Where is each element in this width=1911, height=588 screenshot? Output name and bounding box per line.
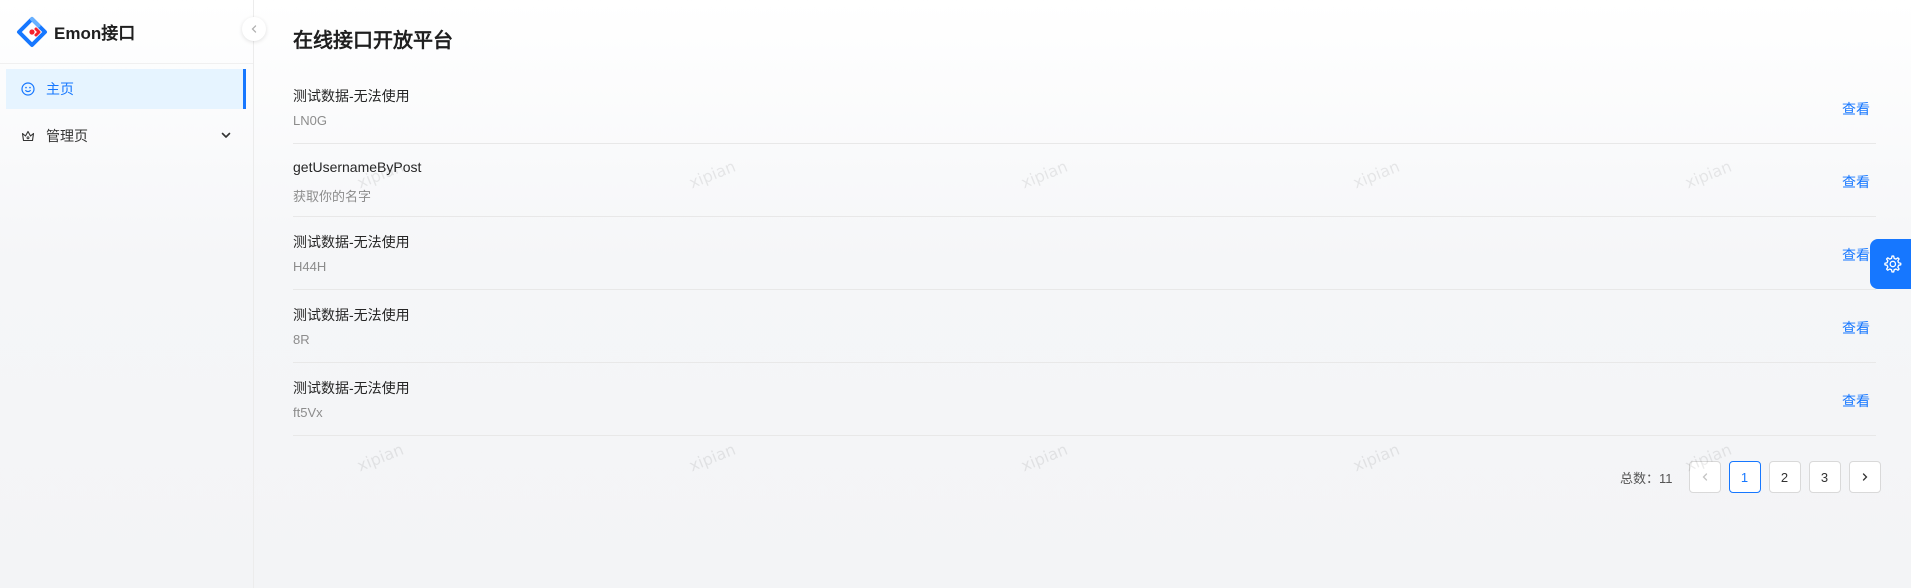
sidebar-item-admin[interactable]: 管理页 xyxy=(6,116,246,156)
next-page-button[interactable] xyxy=(1848,461,1881,493)
list-item: 测试数据-无法使用 8R 查看 xyxy=(293,290,1876,363)
prev-page-button[interactable] xyxy=(1688,461,1721,493)
list-item-description: ft5Vx xyxy=(293,405,323,420)
list-item-title: 测试数据-无法使用 xyxy=(293,234,410,250)
page-button-2[interactable]: 2 xyxy=(1768,461,1801,493)
list-item-title: 测试数据-无法使用 xyxy=(293,88,410,104)
list-item: 测试数据-无法使用 H44H 查看 xyxy=(293,217,1876,290)
chevron-left-icon xyxy=(1702,473,1707,481)
view-link[interactable]: 查看 xyxy=(1842,391,1870,411)
list-item-description: 获取你的名字 xyxy=(293,189,372,204)
app-title: Emon接口 xyxy=(54,24,136,43)
settings-button[interactable] xyxy=(1870,239,1911,289)
page-button-1[interactable]: 1 xyxy=(1728,461,1761,493)
list-item-description: LN0G xyxy=(293,113,327,128)
chevron-right-icon xyxy=(1862,473,1867,481)
sidebar-item-home[interactable]: 主页 xyxy=(6,69,246,109)
page-title: 在线接口开放平台 xyxy=(293,30,453,52)
logo-row[interactable]: Emon接口 xyxy=(0,0,253,64)
list-item-description: 8R xyxy=(293,332,310,347)
list-item-title: 测试数据-无法使用 xyxy=(293,380,410,396)
view-link[interactable]: 查看 xyxy=(1842,99,1870,119)
watermark-text: xipian xyxy=(354,439,407,476)
collapse-sidebar-button[interactable] xyxy=(242,17,266,41)
view-link[interactable]: 查看 xyxy=(1842,245,1870,265)
watermark-text: xipian xyxy=(686,439,739,476)
chevron-down-icon xyxy=(220,128,232,144)
list-item-title: getUsernameByPost xyxy=(293,159,422,175)
watermark-text: xipian xyxy=(1350,439,1403,476)
gear-icon xyxy=(1884,255,1902,273)
list-item: getUsernameByPost 获取你的名字 查看 xyxy=(293,144,1876,217)
list-item-description: H44H xyxy=(293,259,327,274)
watermark-text: xipian xyxy=(1018,439,1071,476)
smile-icon xyxy=(21,81,37,97)
sidebar: Emon接口 主页 管理页 xyxy=(0,0,254,588)
list-item: 测试数据-无法使用 ft5Vx 查看 xyxy=(293,363,1876,436)
view-link[interactable]: 查看 xyxy=(1842,172,1870,192)
crown-icon xyxy=(21,128,37,144)
page-button-3[interactable]: 3 xyxy=(1808,461,1841,493)
list-item-title: 测试数据-无法使用 xyxy=(293,307,410,323)
sidebar-item-label: 主页 xyxy=(46,81,74,97)
list-item: 测试数据-无法使用 LN0G 查看 xyxy=(293,71,1876,144)
pagination: 总数：11 1 2 3 xyxy=(1620,461,1881,493)
interface-list: 测试数据-无法使用 LN0G 查看 getUsernameByPost 获取你的… xyxy=(293,71,1876,436)
total-count: 总数：11 xyxy=(1620,470,1673,486)
logo-icon xyxy=(17,16,47,47)
view-link[interactable]: 查看 xyxy=(1842,318,1870,338)
sidebar-item-label: 管理页 xyxy=(46,128,88,144)
chevron-left-icon xyxy=(251,25,257,33)
